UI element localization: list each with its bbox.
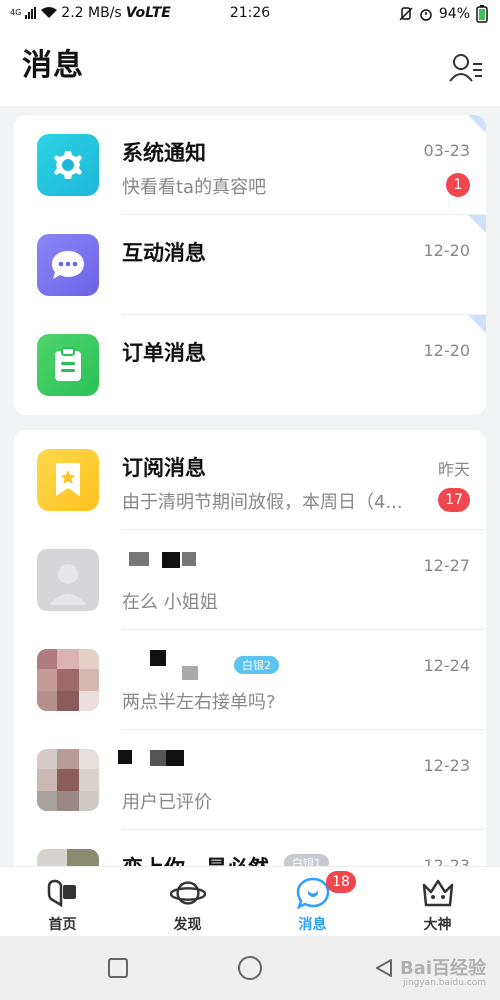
page-title: 消息	[22, 48, 84, 83]
row-chat-2[interactable]: 白银2 两点半左右接单吗? 12-24	[14, 630, 486, 730]
back-triangle-icon	[376, 959, 392, 977]
unread-badge: 1	[446, 173, 470, 197]
row-title: 订单消息	[122, 341, 206, 365]
row-title: 系统通知	[122, 141, 206, 165]
recent-apps-button[interactable]	[104, 954, 132, 982]
watermark: Bai百经验	[399, 958, 486, 979]
interaction-icon-box	[37, 234, 99, 296]
tab-label: 首页	[48, 917, 77, 933]
row-date: 03-23	[423, 141, 471, 160]
avatar	[37, 749, 99, 811]
row-interaction[interactable]: 互动消息 12-20	[14, 215, 486, 315]
gear-icon	[54, 151, 82, 179]
default-avatar-icon	[49, 564, 87, 605]
chat-bubble-icon	[52, 251, 84, 279]
screen: 4G 2.2 MB/s VoLTE 21:26 94% 消息 系统通知 快看看t…	[0, 0, 500, 1000]
status-right: 94%	[399, 5, 488, 23]
battery-icon	[476, 5, 488, 23]
watermark-sub: jingyan.baidu.com	[402, 978, 486, 988]
row-date: 12-23	[423, 756, 471, 775]
unread-badge: 17	[438, 488, 470, 512]
redacted-name	[118, 750, 132, 764]
redacted-name	[150, 650, 166, 666]
row-chat-3[interactable]: 用户已评价 12-23	[14, 730, 486, 830]
row-date: 12-20	[423, 241, 471, 260]
redacted-name	[129, 552, 149, 566]
row-date: 12-24	[423, 656, 471, 675]
redacted-name	[166, 750, 184, 766]
home-icon	[45, 877, 81, 909]
redacted-name	[182, 552, 196, 566]
row-subscriptions[interactable]: 订阅消息 由于清明节期间放假，本周日（4... 昨天 17	[14, 430, 486, 530]
row-subtitle: 两点半左右接单吗?	[122, 692, 276, 713]
circle-icon	[238, 956, 262, 980]
mute-icon	[399, 7, 413, 21]
row-date: 昨天	[437, 460, 470, 479]
row-orders[interactable]: 订单消息 12-20	[14, 315, 486, 415]
tab-discover[interactable]: 发现	[125, 867, 250, 937]
alarm-icon	[420, 9, 432, 21]
tab-masters[interactable]: 大神	[375, 867, 500, 937]
messages-badge: 18	[326, 871, 356, 893]
avatar	[37, 649, 99, 711]
level-tag: 白银2	[234, 656, 279, 674]
tab-label: 消息	[298, 917, 327, 933]
redacted-name	[162, 552, 180, 568]
row-chat-1[interactable]: 在么 小姐姐 12-27	[14, 530, 486, 630]
row-subtitle: 由于清明节期间放假，本周日（4...	[122, 492, 403, 513]
back-button[interactable]	[370, 954, 398, 982]
contacts-icon	[449, 54, 482, 82]
tab-messages[interactable]: 18 消息	[250, 867, 375, 937]
clipboard-icon	[55, 347, 81, 381]
redacted-name	[182, 666, 198, 680]
conversations-card: 订阅消息 由于清明节期间放假，本周日（4... 昨天 17 在么 小姐姐 12-…	[14, 430, 486, 890]
tab-label: 发现	[173, 917, 202, 933]
corner-tag	[468, 315, 486, 333]
corner-tag	[468, 115, 486, 133]
square-icon	[108, 958, 128, 978]
row-subtitle: 快看看ta的真容吧	[122, 177, 267, 198]
subscriptions-icon-box	[37, 449, 99, 511]
home-button[interactable]	[236, 954, 264, 982]
row-subtitle: 在么 小姐姐	[122, 592, 218, 613]
row-date: 12-27	[423, 556, 471, 575]
system-notice-icon-box	[37, 134, 99, 196]
status-bar: 4G 2.2 MB/s VoLTE 21:26 94%	[0, 0, 500, 28]
tab-home[interactable]: 首页	[0, 867, 125, 937]
planet-icon	[169, 877, 206, 909]
row-title: 互动消息	[122, 241, 206, 265]
header: 消息	[0, 28, 500, 106]
battery-percent: 94%	[438, 6, 470, 22]
bottom-tab-bar: 首页 发现 18 消息 大神	[0, 866, 500, 937]
row-system-notice[interactable]: 系统通知 快看看ta的真容吧 03-23 1	[14, 115, 486, 215]
star-bookmark-icon	[56, 463, 80, 496]
row-subtitle: 用户已评价	[122, 792, 212, 813]
avatar	[37, 549, 99, 611]
row-date: 12-20	[423, 341, 471, 360]
contacts-button[interactable]	[448, 50, 484, 86]
system-messages-card: 系统通知 快看看ta的真容吧 03-23 1 互动消息 12-20 订单消息 1…	[14, 115, 486, 415]
corner-tag	[468, 215, 486, 233]
system-navigation-bar: Bai百经验 jingyan.baidu.com	[0, 936, 500, 1000]
redacted-name	[150, 750, 166, 766]
orders-icon-box	[37, 334, 99, 396]
tab-label: 大神	[423, 917, 452, 933]
crown-icon	[420, 877, 456, 909]
row-title: 订阅消息	[122, 456, 206, 480]
